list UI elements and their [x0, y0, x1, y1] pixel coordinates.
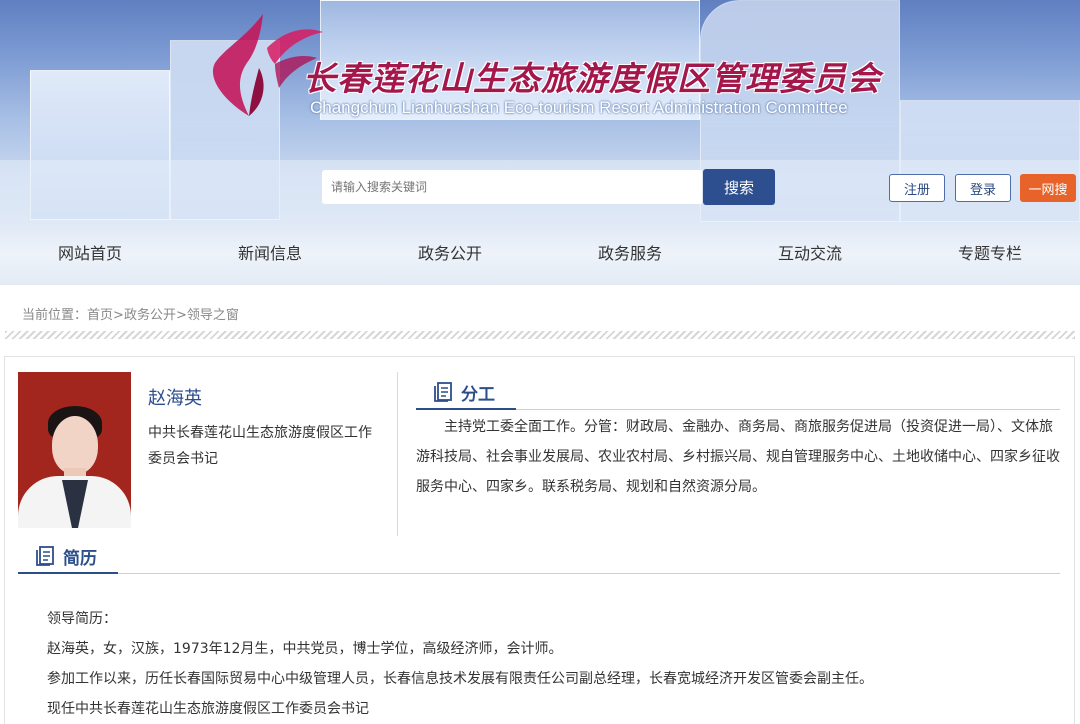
breadcrumb-current[interactable]: 领导之窗: [187, 308, 239, 323]
breadcrumb-prefix: 当前位置：: [22, 308, 88, 323]
divider-line: [118, 573, 1060, 574]
division-heading: 分工: [434, 376, 495, 408]
divider-stripe: [5, 331, 1075, 339]
search-input[interactable]: [322, 170, 702, 204]
vertical-divider: [397, 372, 398, 536]
division-heading-label: 分工: [461, 384, 495, 405]
leader-photo: [18, 372, 131, 528]
register-button[interactable]: 注册: [889, 174, 945, 202]
resume-line: 参加工作以来，历任长春国际贸易中心中级管理人员，长春信息技术发展有限责任公司副总…: [47, 671, 873, 687]
main-nav: 网站首页 新闻信息 政务公开 政务服务 互动交流 专题专栏: [0, 222, 1080, 285]
leader-title: 中共长春莲花山生态旅游度假区工作委员会书记: [148, 425, 372, 467]
heading-underline: [18, 572, 118, 574]
breadcrumb-section-link[interactable]: 政务公开: [124, 308, 176, 323]
division-text: 主持党工委全面工作。分管：财政局、金融办、商务局、商旅服务促进局（投资促进一局）…: [416, 419, 1060, 495]
resume-line: 赵海英，女，汉族，1973年12月生，中共党员，博士学位，高级经济师，会计师。: [47, 641, 563, 657]
breadcrumb-separator: >: [175, 308, 187, 323]
breadcrumb: 当前位置：首页>政务公开>领导之窗: [22, 304, 239, 323]
nav-item-gov-service[interactable]: 政务服务: [540, 222, 720, 285]
one-net-search-button[interactable]: 一网搜: [1020, 174, 1076, 202]
resume-line: 领导简历：: [47, 611, 117, 627]
login-button[interactable]: 登录: [955, 174, 1011, 202]
site-title-cn: 长春莲花山生态旅游度假区管理委员会: [303, 59, 881, 98]
breadcrumb-separator: >: [113, 308, 124, 323]
header-banner: 长春莲花山生态旅游度假区管理委员会 Changchun Lianhuashan …: [0, 0, 1080, 222]
nav-item-interaction[interactable]: 互动交流: [720, 222, 900, 285]
document-icon: [434, 382, 452, 402]
resume-line: 现任中共长春莲花山生态旅游度假区工作委员会书记: [47, 701, 369, 717]
divider-line: [516, 409, 1060, 410]
breadcrumb-home-link[interactable]: 首页: [87, 308, 113, 323]
site-title-en: Changchun Lianhuashan Eco-tourism Resort…: [310, 98, 848, 117]
nav-item-home[interactable]: 网站首页: [0, 222, 180, 285]
search-button[interactable]: 搜索: [703, 169, 775, 205]
leader-name: 赵海英: [148, 388, 202, 409]
heading-underline: [416, 408, 516, 410]
nav-item-news[interactable]: 新闻信息: [180, 222, 360, 285]
nav-item-gov-open[interactable]: 政务公开: [360, 222, 540, 285]
resume-heading-label: 简历: [63, 548, 97, 569]
nav-item-topics[interactable]: 专题专栏: [900, 222, 1080, 285]
document-icon: [36, 546, 54, 566]
resume-heading: 简历: [36, 540, 97, 572]
resume-text: 领导简历： 赵海英，女，汉族，1973年12月生，中共党员，博士学位，高级经济师…: [47, 604, 1047, 724]
